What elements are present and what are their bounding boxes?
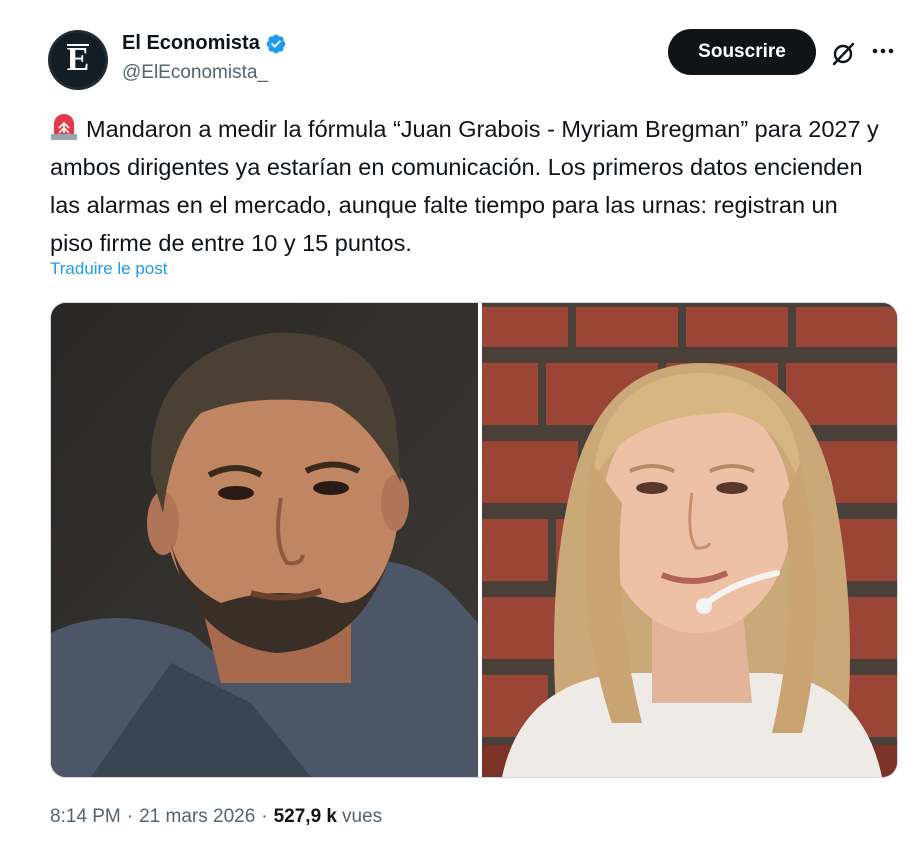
views-count: 527,9 k bbox=[273, 806, 338, 827]
photo-man[interactable] bbox=[51, 303, 478, 777]
tweet-date[interactable]: 21 mars 2026 bbox=[139, 806, 255, 828]
author-name-row[interactable]: El Economista bbox=[122, 32, 287, 55]
grok-icon[interactable] bbox=[830, 41, 856, 67]
more-icon[interactable] bbox=[868, 36, 898, 66]
meta-separator: · bbox=[261, 806, 268, 827]
man-portrait-image bbox=[51, 303, 478, 777]
tweet-time[interactable]: 8:14 PM bbox=[50, 806, 121, 828]
tweet-meta: 8:14 PM · 21 mars 2026 · 527,9 k vues bbox=[50, 806, 382, 828]
photo-woman[interactable] bbox=[482, 303, 897, 777]
views-label: vues bbox=[342, 806, 383, 827]
author-handle[interactable]: @ElEconomista_ bbox=[122, 62, 268, 84]
author-display-name[interactable]: El Economista bbox=[122, 32, 260, 55]
woman-portrait-image bbox=[482, 303, 897, 777]
siren-icon bbox=[51, 114, 77, 140]
subscribe-button[interactable]: Souscrire bbox=[668, 29, 816, 75]
avatar[interactable]: E bbox=[48, 30, 108, 90]
tweet-text-block: Mandaron a medir la fórmula “Juan Graboi… bbox=[50, 110, 880, 262]
avatar-bar bbox=[67, 44, 89, 46]
avatar-logo: E bbox=[51, 33, 105, 87]
more-dots-icon bbox=[872, 48, 894, 54]
avatar-letter: E bbox=[66, 41, 90, 78]
tweet-media[interactable] bbox=[50, 302, 898, 778]
translate-link[interactable]: Traduire le post bbox=[50, 259, 167, 279]
meta-separator: · bbox=[126, 806, 134, 827]
verified-badge-icon bbox=[266, 34, 286, 53]
tweet-text: Mandaron a medir la fórmula “Juan Graboi… bbox=[50, 116, 879, 256]
